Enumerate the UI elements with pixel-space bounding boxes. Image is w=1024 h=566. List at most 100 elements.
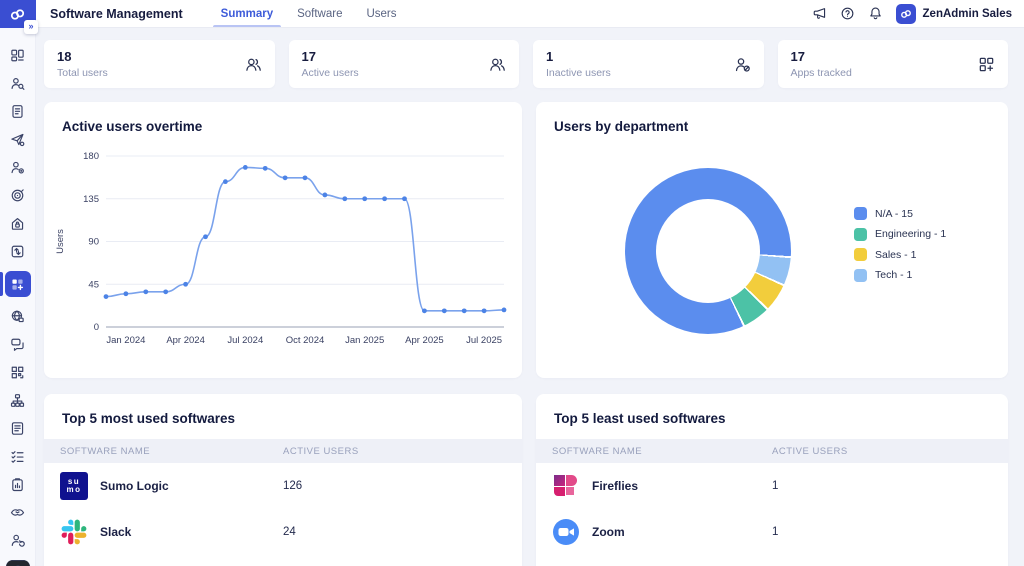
legend-swatch [854, 207, 867, 220]
bell-icon[interactable] [868, 6, 883, 21]
stat-label: Inactive users [546, 67, 611, 79]
sidebar-item-user-search[interactable] [0, 75, 35, 92]
software-name: Fireflies [592, 479, 638, 493]
table-row[interactable]: sumoSumo Logic126 [44, 463, 522, 509]
chat-icon [10, 337, 25, 352]
software-name: Slack [100, 525, 131, 539]
svg-text:Jul 2024: Jul 2024 [227, 335, 263, 346]
table-header: SOFTWARE NAMEACTIVE USERS [536, 439, 1008, 463]
help-icon[interactable] [840, 6, 855, 21]
stat-card-apps-tracked: 17 Apps tracked [778, 40, 1009, 88]
user-gear-icon [10, 160, 25, 175]
table-row[interactable]: Slack 24 [44, 509, 522, 555]
table-row[interactable]: Fireflies1 [536, 463, 1008, 509]
page-title: Software Management [50, 7, 183, 21]
stat-card-inactive-users: 1Inactive users [533, 40, 764, 88]
active-users-count: 24 [283, 526, 506, 538]
stat-value: 17 [791, 49, 852, 64]
users-icon [489, 56, 506, 73]
legend-swatch [854, 269, 867, 282]
megaphone-icon[interactable] [812, 6, 827, 21]
svg-text:45: 45 [88, 279, 99, 290]
users-icon [245, 56, 262, 73]
stat-label: Apps tracked [791, 67, 852, 79]
checklist-icon [10, 449, 25, 464]
sidebar-item-apps[interactable] [0, 271, 35, 297]
home-lock-icon [10, 216, 25, 231]
sidebar-item-globe-lock[interactable] [0, 308, 35, 325]
svg-text:Jul 2025: Jul 2025 [466, 335, 502, 346]
sidebar-item-user-gear[interactable] [0, 159, 35, 176]
column-header: ACTIVE USERS [772, 446, 992, 457]
users-by-department-panel: Users by department N/A - 15Engineering … [536, 102, 1008, 378]
sidebar-item-list[interactable] [0, 420, 35, 437]
column-header: SOFTWARE NAME [552, 446, 772, 457]
sidebar-item-checklist[interactable] [0, 448, 35, 465]
software-table: SOFTWARE NAMEACTIVE USERSsumoSumo Logic1… [44, 439, 522, 555]
target-icon [10, 188, 25, 203]
table-row[interactable]: Zoom 1 [536, 509, 1008, 555]
software-table: SOFTWARE NAMEACTIVE USERSFireflies1Zoom1 [536, 439, 1008, 555]
legend-item: Sales - 1 [854, 248, 946, 261]
sidebar-item-box-sync[interactable] [0, 243, 35, 260]
user-refresh-icon [10, 533, 25, 548]
sidebar-user-avatar[interactable] [0, 560, 35, 566]
dashboard-icon [10, 48, 25, 63]
sidebar-item-dashboard[interactable] [0, 47, 35, 64]
globe-lock-icon [10, 309, 25, 324]
svg-text:180: 180 [83, 151, 99, 162]
sidebar-item-handshake[interactable] [0, 504, 35, 521]
send-gear-icon [10, 132, 25, 147]
stat-label: Total users [57, 67, 108, 79]
sidebar-item-qr-code[interactable] [0, 364, 35, 381]
sidebar-item-document[interactable] [0, 103, 35, 120]
column-header: ACTIVE USERS [283, 446, 506, 457]
stat-card-total-users: 18Total users [44, 40, 275, 88]
sidebar-item-clipboard-chart[interactable] [0, 476, 35, 493]
svg-text:Jan 2025: Jan 2025 [345, 335, 384, 346]
line-chart: 18013590450Jan 2024Apr 2024Jul 2024Oct 2… [52, 140, 522, 367]
legend-item: Tech - 1 [854, 269, 946, 282]
stats-row: 18Total users 17Active users 1Inactive u… [44, 40, 1008, 88]
most-used-softwares-panel: Top 5 most used softwares SOFTWARE NAMEA… [44, 394, 522, 566]
svg-text:Users: Users [55, 229, 66, 254]
account-switcher[interactable]: ZenAdmin Sales [896, 4, 1012, 24]
legend-item: Engineering - 1 [854, 228, 946, 241]
handshake-icon [10, 505, 25, 520]
svg-text:Apr 2025: Apr 2025 [405, 335, 444, 346]
clipboard-chart-icon [10, 477, 25, 492]
table-title: Top 5 most used softwares [44, 394, 522, 426]
tab-software[interactable]: Software [285, 0, 354, 27]
sidebar-item-home-lock[interactable] [0, 215, 35, 232]
apps-tracked-icon [978, 56, 995, 73]
sidebar-expand-button[interactable]: » [24, 20, 38, 34]
active-users-count: 1 [772, 526, 992, 538]
sidebar-item-user-refresh[interactable] [0, 532, 35, 549]
sidebar-item-org-chart[interactable] [0, 392, 35, 409]
zoom-logo-icon [552, 518, 580, 546]
slack-logo-icon [60, 518, 88, 546]
table-header: SOFTWARE NAMEACTIVE USERS [44, 439, 522, 463]
svg-text:0: 0 [94, 322, 99, 333]
tab-users[interactable]: Users [354, 0, 408, 27]
tab-summary[interactable]: Summary [209, 0, 285, 27]
sidebar-item-send-gear[interactable] [0, 131, 35, 148]
legend-label: Engineering - 1 [875, 228, 946, 240]
least-used-softwares-panel: Top 5 least used softwares SOFTWARE NAME… [536, 394, 1008, 566]
legend-item: N/A - 15 [854, 207, 946, 220]
svg-text:Oct 2024: Oct 2024 [286, 335, 325, 346]
sidebar-item-chat[interactable] [0, 336, 35, 353]
top-header: Software Management SummarySoftwareUsers… [36, 0, 1024, 28]
svg-text:Jan 2024: Jan 2024 [106, 335, 145, 346]
software-name: Zoom [592, 525, 625, 539]
user-inactive-icon [734, 56, 751, 73]
sumologic-logo-icon: sumo [60, 472, 88, 500]
box-sync-icon [10, 244, 25, 259]
sidebar-item-target[interactable] [0, 187, 35, 204]
active-users-count: 126 [283, 480, 506, 492]
sidebar-nav [0, 47, 35, 566]
account-name: ZenAdmin Sales [923, 8, 1012, 20]
legend-label: Sales - 1 [875, 249, 916, 261]
active-users-chart-panel: Active users overtime 18013590450Jan 202… [44, 102, 522, 378]
zenadmin-account-logo-icon [896, 4, 916, 24]
